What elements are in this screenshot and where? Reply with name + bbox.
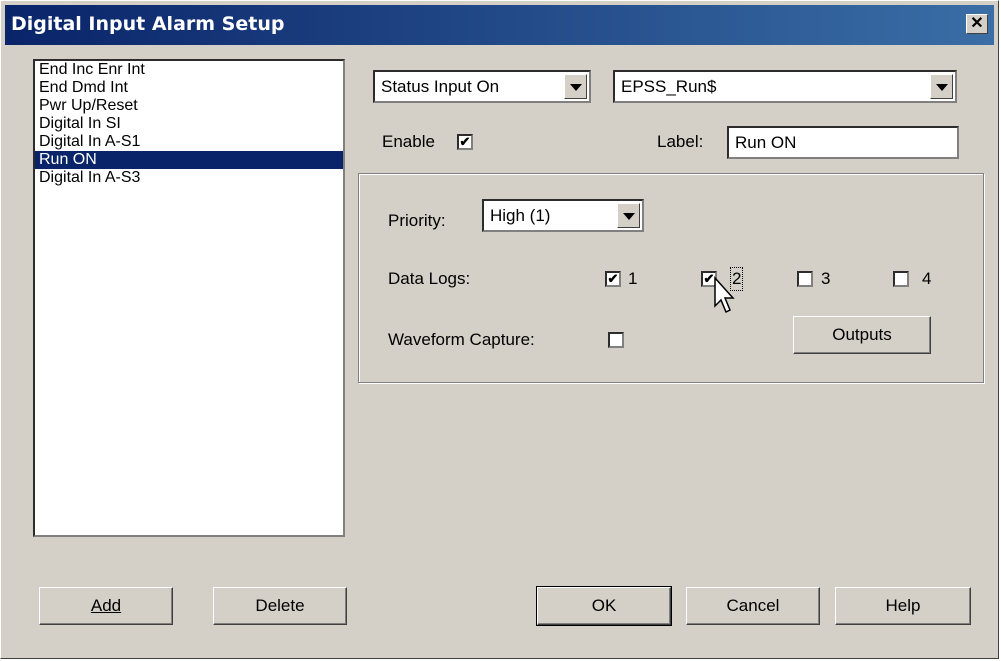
add-button[interactable]: Add <box>39 587 173 625</box>
enable-checkbox[interactable]: ✔ <box>457 134 473 150</box>
outputs-button-label: Outputs <box>832 325 892 344</box>
ok-button[interactable]: OK <box>536 586 672 626</box>
ok-button-label: OK <box>591 596 617 615</box>
condition-dropdown[interactable]: Status Input On <box>373 70 591 103</box>
list-item[interactable]: Digital In A-S3 <box>35 169 343 187</box>
check-icon: ✔ <box>607 271 619 286</box>
source-dropdown-value: EPSS_Run$ <box>621 77 717 96</box>
priority-dropdown[interactable]: High (1) <box>482 199 644 232</box>
help-button[interactable]: Help <box>835 587 971 625</box>
list-item[interactable]: End Inc Enr Int <box>35 61 343 79</box>
waveform-capture-checkbox[interactable] <box>608 332 624 348</box>
data-logs-label: Data Logs: <box>388 269 471 288</box>
mouse-cursor-icon <box>714 276 735 314</box>
priority-label: Priority: <box>388 211 446 230</box>
list-item[interactable]: Pwr Up/Reset <box>35 97 343 115</box>
source-dropdown[interactable]: EPSS_Run$ <box>613 70 957 103</box>
close-icon: ✕ <box>970 15 984 32</box>
list-item[interactable]: Digital In SI <box>35 115 343 133</box>
chevron-down-icon <box>936 84 948 91</box>
cancel-button-label: Cancel <box>726 596 780 615</box>
condition-dropdown-value: Status Input On <box>381 77 500 96</box>
condition-dropdown-button[interactable] <box>564 74 587 99</box>
label-field-label: Label: <box>657 132 704 151</box>
check-icon: ✔ <box>459 134 471 149</box>
dialog-title: Digital Input Alarm Setup <box>11 13 285 35</box>
source-dropdown-button[interactable] <box>930 74 953 99</box>
label-field-value: Run ON <box>735 133 797 152</box>
data-log-4-label: 4 <box>922 269 932 288</box>
list-item-selected[interactable]: Run ON <box>35 151 343 169</box>
list-item[interactable]: End Dmd Int <box>35 79 343 97</box>
enable-label: Enable <box>382 132 435 151</box>
help-button-label: Help <box>885 596 921 615</box>
priority-dropdown-button[interactable] <box>617 203 640 228</box>
alarm-listbox[interactable]: End Inc Enr Int End Dmd Int Pwr Up/Reset… <box>33 59 345 537</box>
outputs-button[interactable]: Outputs <box>793 316 931 354</box>
close-button[interactable]: ✕ <box>966 14 988 34</box>
chevron-down-icon <box>570 84 582 91</box>
cancel-button[interactable]: Cancel <box>686 587 820 625</box>
data-log-3-label: 3 <box>821 269 831 288</box>
delete-button[interactable]: Delete <box>213 587 347 625</box>
waveform-capture-label: Waveform Capture: <box>388 330 535 349</box>
list-item[interactable]: Digital In A-S1 <box>35 133 343 151</box>
title-bar: Digital Input Alarm Setup ✕ <box>5 5 994 45</box>
chevron-down-icon <box>623 213 635 220</box>
data-log-1-label: 1 <box>628 269 638 288</box>
label-field[interactable]: Run ON <box>727 126 959 159</box>
priority-dropdown-value: High (1) <box>490 206 551 225</box>
data-log-4-checkbox[interactable] <box>893 271 909 287</box>
dialog-window: Digital Input Alarm Setup ✕ End Inc Enr … <box>0 0 999 659</box>
delete-button-label: Delete <box>255 596 305 615</box>
add-button-label: Add <box>90 596 122 615</box>
data-log-1-checkbox[interactable]: ✔ <box>605 271 621 287</box>
data-log-3-checkbox[interactable] <box>797 271 813 287</box>
